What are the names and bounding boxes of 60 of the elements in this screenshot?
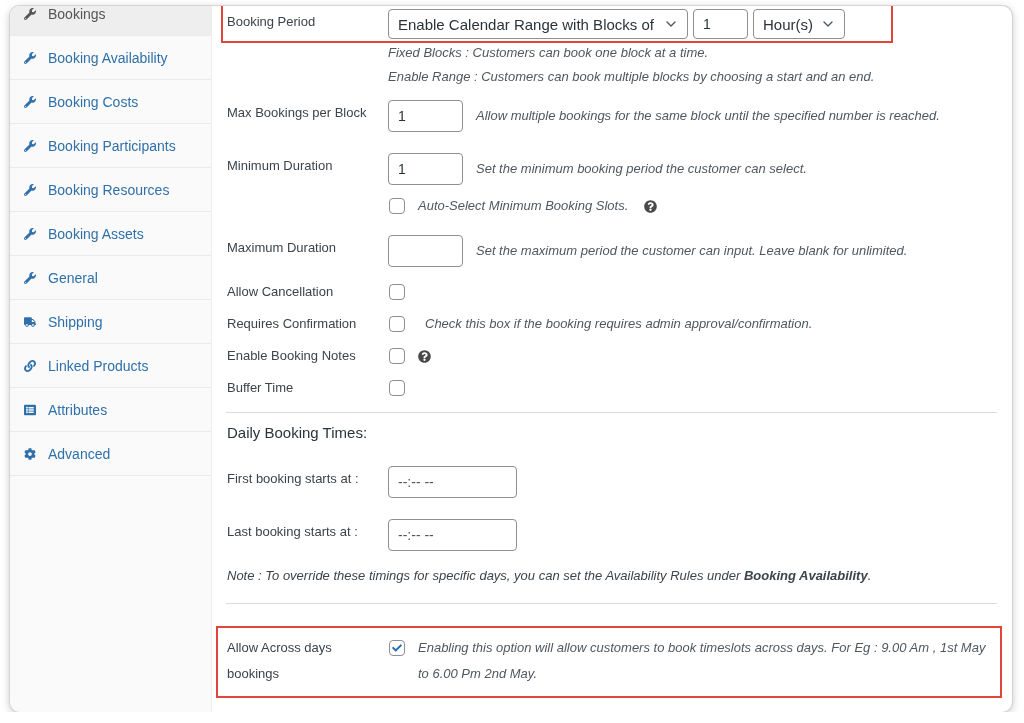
help-text: Enabling this option will allow customers to book timeslots across days. For Eg : 9.00 Am , 1st May to 6.00 Pm 2nd May. <box>418 639 987 683</box>
checkbox[interactable] <box>389 348 405 364</box>
help-icon[interactable] <box>418 349 431 363</box>
hint-text: Fixed Blocks : Customers can book one block at a time. <box>388 45 709 61</box>
sidebar-item[interactable]: Linked Products <box>10 344 211 388</box>
help-text: Allow multiple bookings for the same block until the specified number is reached. <box>476 108 940 124</box>
gear-icon <box>24 447 36 460</box>
checkbox[interactable] <box>389 380 405 396</box>
field-label: Maximum Duration <box>227 240 338 256</box>
field-label: Last booking starts at : <box>227 524 359 540</box>
wrench-icon <box>24 95 36 108</box>
hint-text: Enable Range : Customers can book multiple blocks by choosing a start and an end. <box>388 69 875 85</box>
number-input[interactable]: 1 <box>388 153 463 185</box>
link-icon <box>24 359 36 372</box>
sidebar-item[interactable]: Advanced <box>10 432 211 476</box>
sidebar-item[interactable]: Booking Availability <box>10 36 211 80</box>
unit-dropdown[interactable]: Hour(s) <box>753 9 845 39</box>
sidebar-item[interactable]: Booking Assets <box>10 212 211 256</box>
wrench-icon <box>24 183 36 196</box>
truck-icon <box>24 315 36 328</box>
sidebar-item[interactable]: Attributes <box>10 388 211 432</box>
help-text: Set the maximum period the customer can input. Leave blank for unlimited. <box>476 243 908 259</box>
time-input[interactable]: --:-- -- <box>388 519 517 551</box>
checkbox[interactable] <box>389 316 405 332</box>
checkbox[interactable] <box>389 640 405 656</box>
number-input[interactable]: 1 <box>388 100 463 132</box>
help-icon[interactable] <box>644 199 658 213</box>
wrench-icon <box>24 7 36 20</box>
field-label: Enable Booking Notes <box>227 348 357 364</box>
checkbox[interactable] <box>389 284 405 300</box>
sidebar-item[interactable]: General <box>10 256 211 300</box>
list-icon <box>24 403 36 416</box>
note-text: Note : To override these timings for specific days, you can set the Availability Rules under Booking Availability. <box>227 568 872 584</box>
check-icon <box>392 643 402 653</box>
sidebar-item[interactable]: Booking Participants <box>10 124 211 168</box>
field-label: Minimum Duration <box>227 158 334 174</box>
checkbox[interactable] <box>389 198 405 214</box>
field-label: Buffer Time <box>227 380 295 396</box>
wrench-icon <box>24 51 36 64</box>
field-label: First booking starts at : <box>227 471 360 487</box>
sidebar-item[interactable]: Bookings <box>10 6 211 36</box>
field-label: Booking Period <box>227 14 317 30</box>
help-text: Check this box if the booking requires admin approval/confirmation. <box>425 316 813 332</box>
time-input[interactable]: --:-- -- <box>388 466 517 498</box>
wrench-icon <box>24 227 36 240</box>
sidebar-item[interactable]: Booking Resources <box>10 168 211 212</box>
block-length-input[interactable]: 1 <box>693 9 748 39</box>
period-type-dropdown[interactable]: Enable Calendar Range with Blocks of <box>388 9 688 39</box>
wrench-icon <box>24 139 36 152</box>
help-text: Set the minimum booking period the customer can select. <box>476 161 807 177</box>
field-label: Allow Cancellation <box>227 284 335 300</box>
wrench-icon <box>24 271 36 284</box>
field-label: Allow Across days bookings <box>227 639 333 683</box>
field-label: Requires Confirmation <box>227 316 358 332</box>
sidebar-item[interactable]: Shipping <box>10 300 211 344</box>
sidebar-item[interactable]: Booking Costs <box>10 80 211 124</box>
section-title: Daily Booking Times: <box>227 423 368 443</box>
number-input[interactable] <box>388 235 463 267</box>
field-label: Max Bookings per Block <box>227 105 368 121</box>
option-label: Auto-Select Minimum Booking Slots. <box>418 198 629 214</box>
